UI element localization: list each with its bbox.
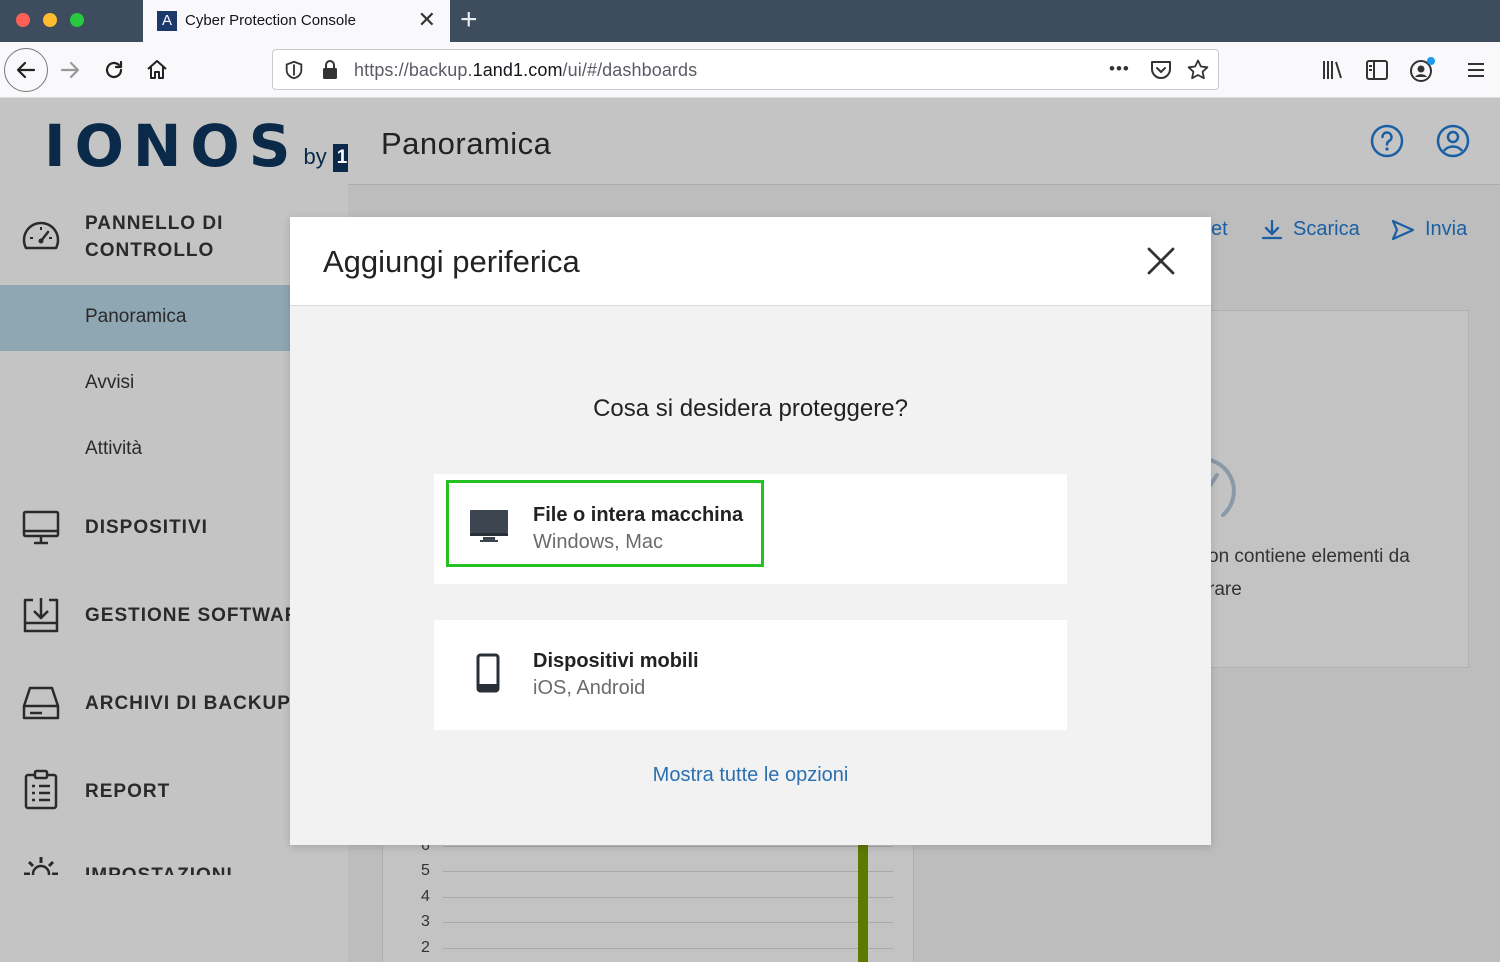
chart-bar — [858, 839, 868, 962]
pocket-icon[interactable] — [1149, 59, 1173, 81]
send-icon — [1391, 219, 1415, 240]
logo-text: IONOS — [44, 112, 300, 180]
acronis-favicon-icon: A — [157, 11, 177, 31]
arrow-left-icon — [16, 61, 36, 79]
toolbar-link-partial[interactable]: et — [1211, 218, 1228, 241]
url-path: /ui/#/dashboards — [562, 60, 698, 80]
mobile-icon — [476, 653, 500, 693]
software-download-icon — [23, 598, 59, 633]
browser-navbar: https://backup.1and1.com/ui/#/dashboards… — [0, 42, 1500, 98]
sidebar-label-software: GESTIONE SOFTWARE — [85, 605, 314, 626]
user-profile-icon[interactable] — [1436, 124, 1470, 158]
gear-icon — [24, 857, 58, 875]
lock-icon[interactable] — [320, 59, 340, 81]
url-text[interactable]: https://backup.1and1.com/ui/#/dashboards — [354, 60, 697, 81]
sidebar-label-devices: DISPOSITIVI — [85, 517, 208, 538]
option-subtitle: Windows, Mac — [533, 531, 664, 553]
modal-header: Aggiungi periferica — [290, 217, 1211, 306]
reload-icon — [105, 60, 123, 79]
download-button[interactable]: Scarica — [1261, 218, 1360, 241]
subitem-label: Attività — [85, 438, 143, 459]
subitem-label: Avvisi — [85, 372, 135, 393]
sidebar-label-settings: IMPOSTAZIONI — [85, 862, 233, 875]
arrow-right-icon — [60, 61, 80, 79]
clipboard-report-icon — [24, 769, 58, 810]
option-subtitle: iOS, Android — [533, 677, 646, 699]
dashboard-gauge-icon — [22, 221, 60, 250]
add-device-modal: Aggiungi periferica Cosa si desidera pro… — [290, 217, 1211, 845]
show-all-options-link[interactable]: Mostra tutte le opzioni — [290, 764, 1211, 787]
star-icon[interactable] — [1186, 58, 1210, 82]
new-tab-button[interactable]: + — [460, 5, 478, 35]
sidebar-label-backup: ARCHIVI DI BACKUP — [85, 693, 291, 714]
chart-tick: 3 — [421, 913, 430, 930]
toolbar-partial-label: et — [1211, 218, 1228, 240]
help-icon[interactable] — [1370, 124, 1404, 158]
page-actions-icon[interactable]: ••• — [1109, 59, 1130, 79]
url-bar[interactable]: https://backup.1and1.com/ui/#/dashboards… — [272, 49, 1219, 90]
minimize-window-button[interactable] — [43, 13, 57, 27]
chart-tick: 4 — [421, 888, 430, 905]
home-button[interactable] — [139, 52, 175, 88]
background-chart: 6 5 4 3 2 — [382, 837, 914, 962]
download-icon — [1261, 219, 1283, 239]
download-label: Scarica — [1293, 218, 1360, 240]
url-domain: 1and1.com — [472, 60, 563, 80]
browser-tab[interactable]: A Cyber Protection Console ✕ — [143, 0, 450, 42]
chart-tick: 2 — [421, 939, 430, 956]
chart-gridline — [443, 948, 893, 949]
home-icon — [147, 60, 167, 79]
account-icon[interactable] — [1408, 56, 1436, 84]
hard-drive-icon — [22, 686, 60, 720]
menu-icon[interactable] — [1466, 60, 1486, 80]
close-icon[interactable] — [1145, 245, 1177, 277]
modal-question: Cosa si desidera proteggere? — [593, 395, 908, 422]
chart-tick: 5 — [421, 862, 430, 879]
send-label: Invia — [1425, 218, 1468, 240]
option-file-machine[interactable]: File o intera macchina Windows, Mac — [434, 474, 1067, 584]
option-title: File o intera macchina — [533, 504, 744, 526]
sidebar-label-dashboard: PANNELLO DI CONTROLLO — [85, 213, 224, 261]
browser-tabbar: A Cyber Protection Console ✕ + — [0, 0, 1500, 42]
ionos-logo[interactable]: IONOS by 1&1 — [44, 116, 376, 176]
shield-icon[interactable] — [283, 59, 305, 81]
dashboard-widget: on contiene elementi da rare — [1180, 310, 1469, 668]
zoom-window-button[interactable] — [70, 13, 84, 27]
send-button[interactable]: Invia — [1391, 218, 1467, 241]
library-icon[interactable] — [1321, 58, 1345, 82]
chart-gridline — [443, 846, 893, 847]
logo-by: by — [303, 144, 327, 169]
back-button[interactable] — [4, 48, 48, 92]
desktop-icon — [470, 510, 508, 542]
tab-title: Cyber Protection Console — [185, 12, 356, 29]
chart-gridline — [443, 897, 893, 898]
forward-button[interactable] — [52, 52, 88, 88]
sidebar-toggle-icon[interactable] — [1365, 59, 1389, 81]
modal-title: Aggiungi periferica — [323, 244, 580, 279]
reload-button[interactable] — [96, 52, 132, 88]
option-mobile-devices[interactable]: Dispositivi mobili iOS, Android — [434, 620, 1067, 730]
widget-text-line2: rare — [1208, 579, 1242, 600]
page-header: Panoramica — [348, 98, 1500, 185]
subitem-label: Panoramica — [85, 306, 187, 327]
close-window-button[interactable] — [16, 13, 30, 27]
url-prefix: https://backup. — [354, 60, 473, 80]
tab-close-icon[interactable]: ✕ — [418, 8, 436, 32]
chart-gridline — [443, 922, 893, 923]
chart-gridline — [443, 871, 893, 872]
widget-text-line1: on contiene elementi da — [1208, 546, 1410, 567]
sidebar-label-report: REPORT — [85, 781, 171, 802]
monitor-icon — [22, 510, 60, 545]
option-title: Dispositivi mobili — [533, 650, 699, 672]
sidebar-item-settings[interactable]: IMPOSTAZIONI — [0, 853, 348, 875]
page-title: Panoramica — [381, 126, 552, 161]
